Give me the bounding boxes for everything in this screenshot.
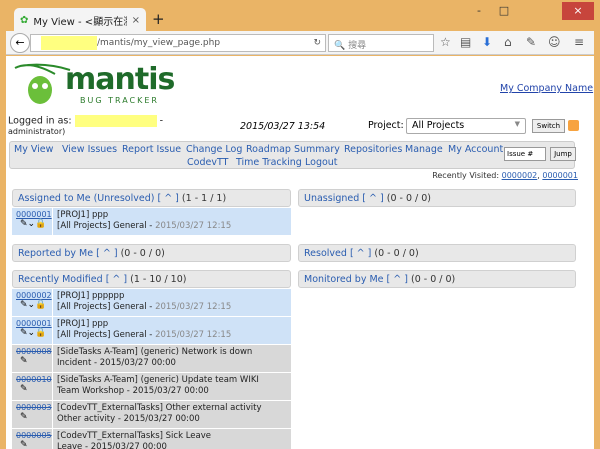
recently-visited: Recently Visited: 0000002, 0000001 — [432, 171, 578, 180]
switch-button[interactable]: Switch — [532, 119, 565, 133]
company-link[interactable]: My Company Name — [500, 83, 593, 94]
maximize-button[interactable]: □ — [490, 2, 518, 20]
issue-link[interactable]: 0000008 — [16, 347, 52, 356]
project-label: Project: — [368, 120, 404, 131]
edit-pencil-icon[interactable]: ✎ — [16, 440, 52, 449]
project-select[interactable]: All Projects ▼ — [406, 118, 526, 134]
recent-link[interactable]: 0000001 — [542, 171, 578, 180]
emoji-icon[interactable]: ☺ — [548, 35, 561, 49]
issue-number-input[interactable]: Issue # — [504, 147, 546, 161]
table-row: 0000003 ✎ [CodevTT_ExternalTasks] Other ex… — [12, 401, 291, 429]
hamburger-menu-icon[interactable]: ≡ — [574, 35, 584, 49]
edit-pencil-icon[interactable]: ✎⌄🔒 — [16, 328, 52, 338]
chevron-down-icon: ▼ — [514, 120, 520, 128]
page-content: mantis BUG TRACKER My Company Name Logge… — [6, 56, 594, 449]
issue-link[interactable]: 0000010 — [16, 375, 52, 384]
panel-modified-header[interactable]: Recently Modified [ ^ ] (1 - 10 / 10) — [12, 270, 291, 288]
bookmark-star-icon[interactable]: ☆ — [440, 35, 451, 49]
url-bar[interactable]: /mantis/my_view_page.php ↻ — [30, 34, 326, 52]
home-icon[interactable]: ⌂ — [504, 35, 512, 49]
browser-tab[interactable]: ✿My View - <顯示在瀏覽器...× — [14, 8, 146, 32]
panel-reported-header[interactable]: Reported by Me [ ^ ] (0 - 0 / 0) — [12, 244, 291, 262]
table-row: 0000001 ✎⌄🔒 [PROJ1] ppp [All Projects] Gen… — [12, 208, 291, 236]
new-tab-button[interactable]: + — [152, 10, 165, 28]
issue-link[interactable]: 0000005 — [16, 431, 52, 440]
edit-pencil-icon[interactable]: ✎⌄🔒 — [16, 300, 52, 310]
minimize-button[interactable]: - — [465, 2, 493, 20]
menu-repositories[interactable]: Repositories — [344, 144, 402, 155]
menu-summary[interactable]: Summary — [294, 144, 340, 155]
reload-icon[interactable]: ↻ — [313, 38, 325, 48]
table-row: 0000008 ✎ [SideTasks A-Team] (generic) Net… — [12, 345, 291, 373]
notes-icon[interactable]: ✎ — [526, 35, 536, 49]
menu-logout[interactable]: Logout — [305, 157, 338, 168]
menu-report-issue[interactable]: Report Issue — [122, 144, 181, 155]
table-row: 0000010 ✎ [SideTasks A-Team] (generic) Upd… — [12, 373, 291, 401]
navigation-bar: ← /mantis/my_view_page.php ↻ 🔍 搜尋 ☆ ▤ ⬇ ⌂… — [6, 31, 594, 55]
issue-link[interactable]: 0000003 — [16, 403, 52, 412]
issue-link[interactable]: 0000001 — [16, 210, 52, 219]
user-role: administrator) — [8, 127, 66, 136]
issue-link[interactable]: 0000002 — [16, 291, 52, 300]
edit-pencil-icon[interactable]: ✎ — [16, 412, 52, 422]
redacted-username — [74, 115, 157, 127]
download-icon[interactable]: ⬇ — [482, 35, 492, 49]
recent-link[interactable]: 0000002 — [502, 171, 538, 180]
current-datetime: 2015/03/27 13:54 — [240, 121, 326, 132]
menu-change-log[interactable]: Change Log — [186, 144, 242, 155]
back-arrow-icon[interactable]: ← — [10, 33, 30, 53]
menu-codevtt[interactable]: CodevTT — [187, 157, 228, 168]
panel-resolved-header[interactable]: Resolved [ ^ ] (0 - 0 / 0) — [298, 244, 576, 262]
menu-roadmap[interactable]: Roadmap — [246, 144, 291, 155]
search-input[interactable]: 🔍 搜尋 — [328, 34, 434, 52]
redacted-host — [41, 36, 97, 50]
menu-view-issues[interactable]: View Issues — [62, 144, 117, 155]
panel-unassigned-header[interactable]: Unassigned [ ^ ] (0 - 0 / 0) — [298, 189, 576, 207]
edit-pencil-icon[interactable]: ✎ — [16, 356, 52, 366]
menu-manage[interactable]: Manage — [405, 144, 443, 155]
jump-button[interactable]: Jump — [550, 147, 576, 161]
panel-assigned-header[interactable]: Assigned to Me (Unresolved) [ ^ ] (1 - 1… — [12, 189, 291, 207]
mantis-favicon-icon: ✿ — [20, 14, 29, 26]
panel-monitored-header[interactable]: Monitored by Me [ ^ ] (0 - 0 / 0) — [298, 270, 576, 288]
main-menu: My View View Issues Report Issue Change … — [9, 141, 576, 169]
issue-link[interactable]: 0000001 — [16, 319, 52, 328]
edit-pencil-icon[interactable]: ✎⌄🔒 — [16, 219, 52, 229]
close-window-button[interactable]: × — [562, 2, 594, 20]
clipboard-icon[interactable]: ▤ — [460, 35, 471, 49]
logged-in-label: Logged in as: - — [8, 115, 164, 127]
table-row: 0000001 ✎⌄🔒 [PROJ1] ppp [All Projects] Gene… — [12, 317, 291, 345]
table-row: 0000005 ✎ [CodevTT_ExternalTasks] Sick Lea… — [12, 429, 291, 449]
edit-pencil-icon[interactable]: ✎ — [16, 384, 52, 394]
menu-time-tracking[interactable]: Time Tracking — [236, 157, 302, 168]
menu-my-view[interactable]: My View — [14, 144, 53, 155]
table-row: 0000002 ✎⌄🔒 [PROJ1] pppppp [All Projects] G… — [12, 289, 291, 317]
mantis-logo[interactable]: mantis BUG TRACKER — [10, 60, 175, 110]
close-tab-icon[interactable]: × — [132, 15, 140, 26]
menu-my-account[interactable]: My Account — [448, 144, 503, 155]
rss-icon[interactable] — [568, 120, 579, 131]
